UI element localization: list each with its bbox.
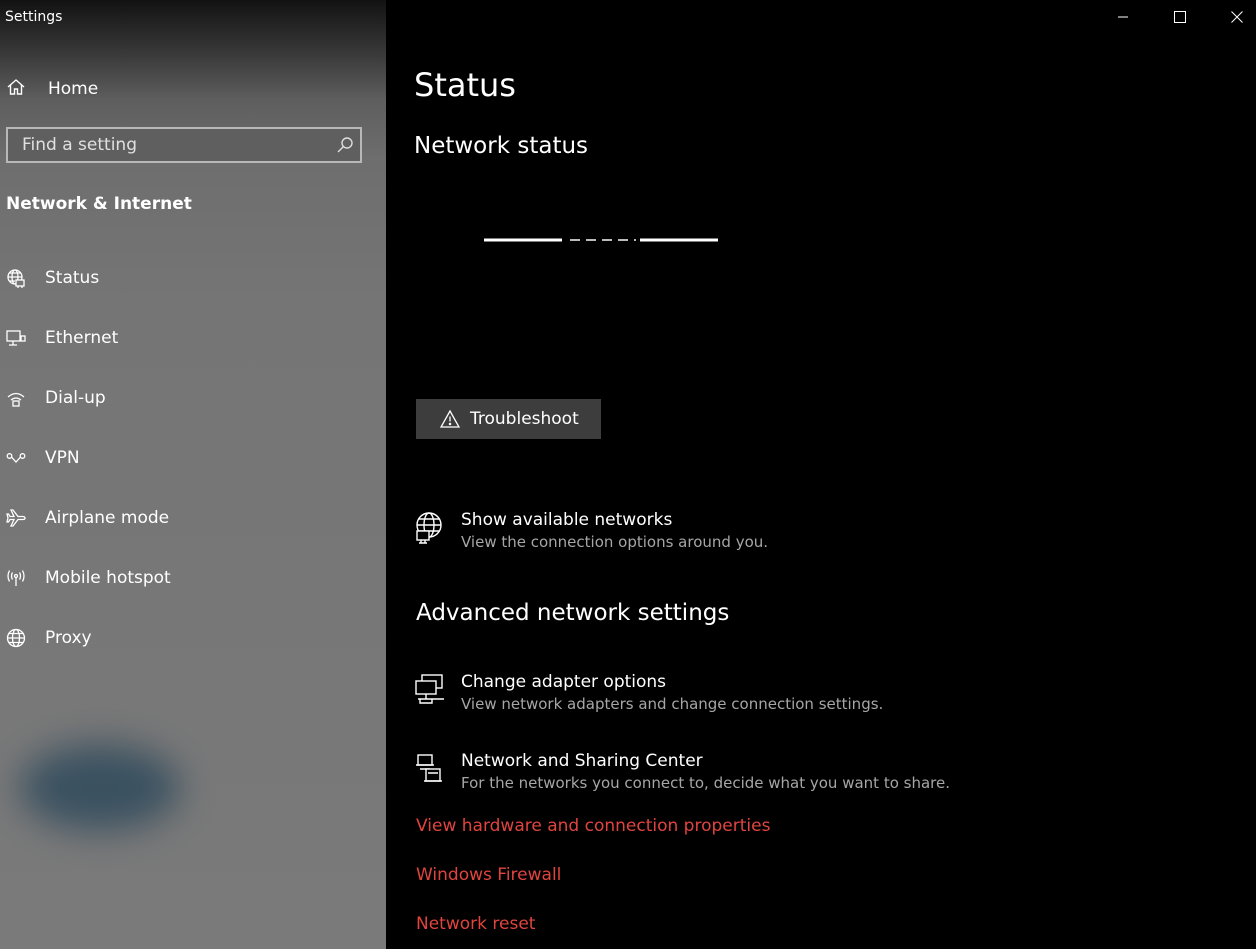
show-available-networks-link[interactable]: Show available networks View the connect… [414, 509, 768, 553]
view-hardware-properties-link[interactable]: View hardware and connection properties [416, 816, 770, 836]
advanced-network-settings-heading: Advanced network settings [416, 600, 730, 626]
troubleshoot-button[interactable]: Troubleshoot [416, 399, 601, 439]
change-adapter-desc: View network adapters and change connect… [461, 695, 884, 713]
sidebar-item-label: Proxy [45, 628, 92, 648]
sidebar-item-dialup[interactable]: Dial-up [6, 383, 376, 413]
close-icon [1231, 8, 1243, 27]
hotspot-icon [6, 568, 26, 588]
app-title: Settings [5, 9, 63, 25]
change-adapter-title: Change adapter options [461, 672, 667, 692]
sharing-center-desc: For the networks you connect to, decide … [461, 774, 950, 792]
page-title: Status [414, 66, 516, 104]
sidebar-item-proxy[interactable]: Proxy [6, 623, 376, 653]
sharing-center-title: Network and Sharing Center [461, 751, 703, 771]
sidebar-item-label: Dial-up [45, 388, 106, 408]
dialup-icon [6, 388, 26, 408]
sidebar-item-label: VPN [45, 448, 80, 468]
status-globe-icon [6, 268, 26, 288]
change-adapter-options-link[interactable]: Change adapter options View network adap… [414, 671, 883, 715]
background-blur [20, 745, 180, 830]
minimize-button[interactable] [1095, 0, 1151, 34]
globe-icon [6, 628, 26, 648]
close-button[interactable] [1209, 0, 1256, 34]
sidebar-item-label: Ethernet [45, 328, 119, 348]
sidebar-item-label: Mobile hotspot [45, 568, 171, 588]
search-icon[interactable] [330, 130, 360, 160]
home-nav[interactable]: Home [6, 76, 98, 102]
maximize-icon [1174, 8, 1186, 27]
home-icon [6, 77, 26, 101]
home-label: Home [48, 79, 99, 99]
sidebar-item-mobile-hotspot[interactable]: Mobile hotspot [6, 563, 376, 593]
vpn-icon [6, 448, 26, 468]
section-title: Network & Internet [6, 194, 192, 214]
windows-firewall-link[interactable]: Windows Firewall [416, 865, 561, 885]
sidebar-item-airplane-mode[interactable]: Airplane mode [6, 503, 376, 533]
search-box[interactable] [6, 127, 362, 163]
maximize-button[interactable] [1152, 0, 1208, 34]
minimize-icon [1117, 8, 1129, 27]
sharing-center-icon [414, 752, 446, 786]
network-globe-icon [414, 511, 446, 545]
sidebar-item-vpn[interactable]: VPN [6, 443, 376, 473]
sidebar-item-label: Status [45, 268, 100, 288]
search-input[interactable] [8, 128, 330, 162]
network-sharing-center-link[interactable]: Network and Sharing Center For the netwo… [414, 750, 950, 794]
network-status-diagram [484, 228, 718, 242]
troubleshoot-label: Troubleshoot [470, 409, 579, 429]
warning-icon [440, 409, 460, 429]
sidebar-item-label: Airplane mode [45, 508, 170, 528]
show-networks-title: Show available networks [461, 510, 673, 530]
network-status-heading: Network status [414, 133, 589, 159]
airplane-icon [6, 508, 26, 528]
sidebar-item-status[interactable]: Status [6, 263, 376, 293]
ethernet-icon [6, 328, 26, 348]
show-networks-desc: View the connection options around you. [461, 533, 769, 551]
adapter-icon [414, 673, 446, 707]
network-reset-link[interactable]: Network reset [416, 914, 535, 934]
sidebar: Settings Home Network & Internet Status [0, 0, 386, 949]
sidebar-item-ethernet[interactable]: Ethernet [6, 323, 376, 353]
